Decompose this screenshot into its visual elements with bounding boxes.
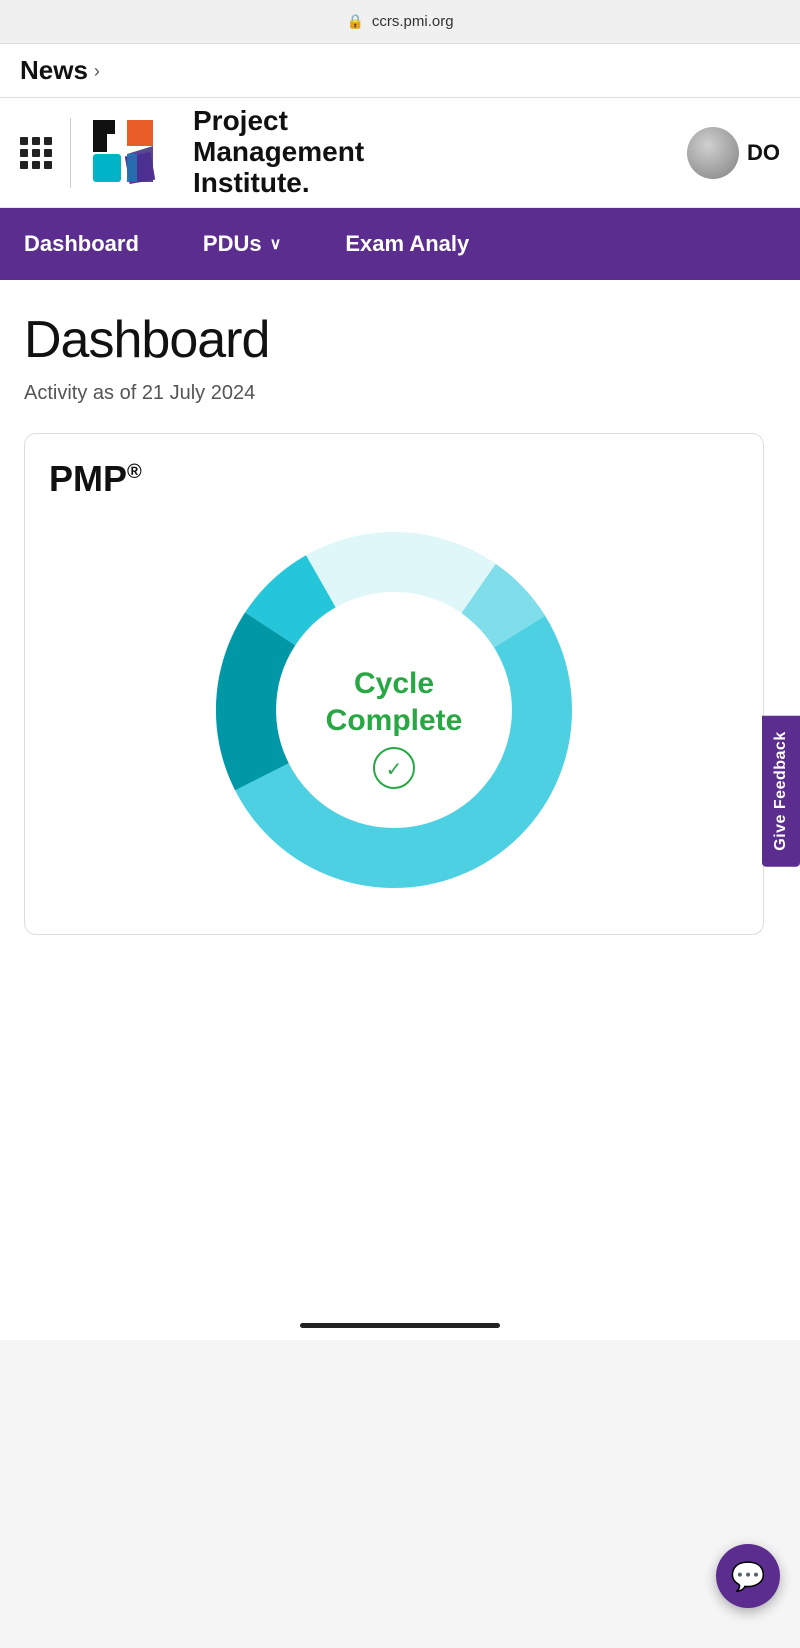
- grid-menu-icon[interactable]: [20, 137, 52, 169]
- site-header: Project Management Institute. DO: [0, 98, 800, 208]
- chat-icon: 💬: [731, 1560, 766, 1593]
- pmi-logo-mark: [91, 118, 181, 188]
- breadcrumb-news[interactable]: News: [20, 55, 88, 86]
- donut-chart-container: Cycle Complete ✓: [49, 520, 739, 900]
- main-content: Dashboard Activity as of 21 July 2024 PM…: [0, 280, 800, 1280]
- breadcrumb-chevron-icon: ›: [94, 61, 100, 82]
- pmi-logo[interactable]: Project Management Institute.: [91, 106, 677, 198]
- nav-bar: Dashboard PDUs ∨ Exam Analy: [0, 208, 800, 280]
- nav-item-pdus[interactable]: PDUs ∨: [171, 208, 313, 280]
- feedback-button[interactable]: Give Feedback: [762, 715, 800, 866]
- browser-bar: 🔒 ccrs.pmi.org: [0, 0, 800, 44]
- svg-text:✓: ✓: [386, 759, 403, 781]
- svg-text:Complete: Complete: [326, 704, 463, 737]
- user-area[interactable]: DO: [687, 127, 780, 179]
- chat-button[interactable]: 💬: [716, 1544, 780, 1608]
- breadcrumb-bar: News ›: [0, 44, 800, 98]
- lock-icon: 🔒: [346, 13, 363, 30]
- pmp-card: PMP®: [24, 433, 764, 935]
- scroll-indicator: [300, 1323, 500, 1328]
- svg-text:Cycle: Cycle: [354, 667, 434, 700]
- user-initials: DO: [747, 140, 780, 166]
- page-title: Dashboard: [24, 310, 776, 370]
- header-divider: [70, 118, 71, 188]
- activity-date: Activity as of 21 July 2024: [24, 382, 776, 405]
- pmi-logo-text: Project Management Institute.: [193, 106, 364, 198]
- url-display[interactable]: ccrs.pmi.org: [372, 13, 454, 30]
- nav-item-dashboard[interactable]: Dashboard: [0, 208, 171, 280]
- feedback-wrapper[interactable]: Give Feedback: [762, 715, 800, 866]
- donut-chart: Cycle Complete ✓: [204, 520, 584, 900]
- avatar[interactable]: [687, 127, 739, 179]
- pdus-chevron-icon: ∨: [270, 234, 282, 254]
- nav-item-exam-analysis[interactable]: Exam Analy: [313, 208, 501, 280]
- pmp-card-title: PMP®: [49, 458, 739, 500]
